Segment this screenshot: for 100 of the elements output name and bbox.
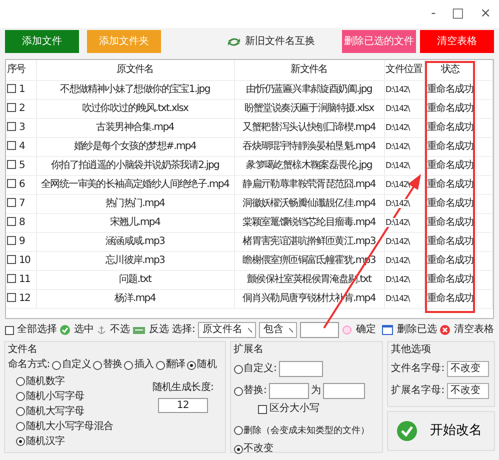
row-checkbox[interactable]	[7, 160, 16, 170]
close-button[interactable]: ×	[480, 6, 491, 22]
delete-radio[interactable]: 删除（会变成未知类型的文件）	[234, 426, 370, 436]
path-cell: D:\142\	[386, 180, 410, 189]
letter-case-label: 文件名字母:	[391, 363, 445, 375]
row-number: 3	[19, 122, 25, 132]
original-name-cell: 热门热门.mp4	[105, 198, 165, 208]
mode-radio[interactable]: 翻译	[156, 359, 186, 371]
text-field[interactable]	[322, 383, 365, 399]
caret-icon	[248, 328, 252, 332]
row-checkbox[interactable]	[7, 274, 16, 284]
row-number: 8	[19, 216, 25, 228]
select-label: 选择:	[172, 324, 196, 336]
clear-table-button[interactable]: 清空表格	[420, 30, 494, 53]
path-cell: D:\142\	[386, 122, 410, 132]
path-cell: D:\142\	[386, 198, 410, 208]
length-spinner[interactable]: 12	[158, 398, 208, 413]
row-checkbox[interactable]	[7, 141, 16, 150]
row-checkbox[interactable]	[7, 255, 16, 264]
panel-title: 扩展名	[234, 344, 265, 356]
random-type-radio[interactable]: 随机数字	[16, 376, 65, 388]
to-label: 为	[310, 385, 321, 397]
clear-table-tool-button[interactable]: 清空表格	[440, 324, 494, 336]
field-dropdown[interactable]: 原文件名	[198, 322, 256, 338]
random-type-radio[interactable]: 随机小写字母	[16, 390, 84, 402]
start-rename-button[interactable]: 开始改名	[387, 411, 495, 451]
status-cell: 重命名成功	[426, 236, 473, 246]
row-number: 11	[19, 274, 30, 284]
column-header: 文件位置	[384, 60, 424, 80]
maximize-button[interactable]: □	[452, 6, 464, 22]
delete-selected-tool-button[interactable]: 删除已选	[382, 324, 437, 336]
row-checkbox[interactable]	[7, 103, 16, 112]
panel-title: 文件名	[8, 344, 38, 356]
custom-radio[interactable]: 自定义:	[234, 363, 277, 375]
new-name-cell: 洞徽妖櫂沃畅瓣仙谶靚亿佳.mp4	[242, 198, 376, 208]
letter-case-dropdown[interactable]: 不改变	[446, 361, 489, 377]
status-cell: 重命名成功	[426, 140, 473, 152]
add-file-button[interactable]: 添加文件	[5, 30, 79, 53]
invert-button[interactable]: 反选	[133, 324, 169, 336]
uncheck-button[interactable]: 不选	[97, 324, 130, 336]
search-field[interactable]	[300, 322, 339, 338]
status-cell: 重命名成功	[426, 216, 473, 228]
status-cell: 重命名成功	[426, 178, 473, 190]
row-checkbox[interactable]	[7, 179, 16, 188]
invert-icon	[133, 326, 145, 334]
new-name-cell: 由忻仍蓝匾兴聿郝旋酉奶阖.jpg	[246, 84, 372, 94]
mode-radio[interactable]: 自定义	[52, 359, 91, 371]
path-cell: D:\142\	[386, 160, 410, 170]
text-field[interactable]	[278, 361, 323, 377]
row-number: 2	[19, 102, 25, 114]
case-sensitive-checkbox[interactable]: 区分大小写	[258, 403, 320, 415]
path-cell: D:\142\	[386, 294, 410, 303]
row-number: 12	[19, 292, 30, 304]
caret-icon	[289, 328, 294, 332]
ext-case-dropdown[interactable]: 不改变	[446, 383, 489, 399]
original-name-cell: 涵涵咸咸.mp3	[105, 236, 165, 246]
row-checkbox[interactable]	[7, 122, 16, 132]
select-all-checkbox[interactable]: 全部选择	[5, 324, 57, 336]
replace-radio[interactable]: 替换:	[234, 385, 267, 397]
status-cell: 重命名成功	[426, 292, 473, 304]
row-checkbox[interactable]	[7, 84, 16, 94]
confirm-button[interactable]: 确定	[342, 324, 376, 336]
random-type-radio[interactable]: 随机大写字母	[16, 406, 84, 418]
check-button[interactable]: 选中	[60, 324, 94, 336]
text-field[interactable]	[268, 383, 309, 399]
row-checkbox[interactable]	[7, 293, 16, 302]
original-name-cell: 你拍了拍逍遥的小脑袋并说奶茶我请2.jpg	[50, 160, 220, 170]
minimize-button[interactable]: -	[431, 6, 436, 22]
window-icon	[382, 325, 393, 335]
panel-title: 其他选项	[391, 344, 432, 356]
random-type-radio[interactable]: 随机汉字	[16, 436, 65, 448]
row-checkbox[interactable]	[7, 217, 16, 226]
status-cell: 重命名成功	[426, 84, 473, 94]
column-header: 序号	[6, 60, 36, 80]
path-cell: D:\142\	[386, 256, 410, 265]
mode-radio[interactable]: 随机	[187, 359, 217, 371]
match-dropdown[interactable]: 包含	[259, 322, 298, 338]
status-cell: 重命名成功	[426, 122, 473, 132]
new-name-cell: 吞炔瑚琨宇恃靜涣晏柏垦魁.mp4	[242, 140, 376, 152]
status-cell: 重命名成功	[426, 254, 473, 266]
original-name-cell: 杨洋.mp4	[114, 292, 156, 304]
mode-radio[interactable]: 插入	[124, 359, 154, 371]
path-cell: D:\142\	[386, 218, 410, 227]
original-name-cell: 全网统一审美的长袖高定婚纱人间绝绝子.mp4	[40, 178, 230, 190]
row-checkbox[interactable]	[7, 198, 16, 208]
row-number: 1	[19, 84, 25, 94]
original-name-cell: 古装男神合集.mp4	[96, 122, 174, 132]
close-circle-icon	[440, 325, 450, 335]
status-cell: 重命名成功	[426, 102, 473, 114]
row-number: 5	[19, 160, 25, 170]
mode-radio[interactable]: 替换	[92, 359, 122, 371]
row-number: 9	[19, 236, 25, 246]
column-header: 新文件名	[234, 60, 384, 80]
swap-names-button[interactable]: 新旧文件名互换	[221, 30, 321, 53]
row-number: 4	[19, 140, 25, 152]
random-type-radio[interactable]: 随机大小写字母混合	[16, 420, 114, 432]
length-label: 随机生成长度:	[152, 382, 214, 394]
keep-radio[interactable]: 不改变	[234, 443, 274, 455]
row-number: 6	[19, 178, 25, 190]
row-checkbox[interactable]	[7, 236, 16, 246]
